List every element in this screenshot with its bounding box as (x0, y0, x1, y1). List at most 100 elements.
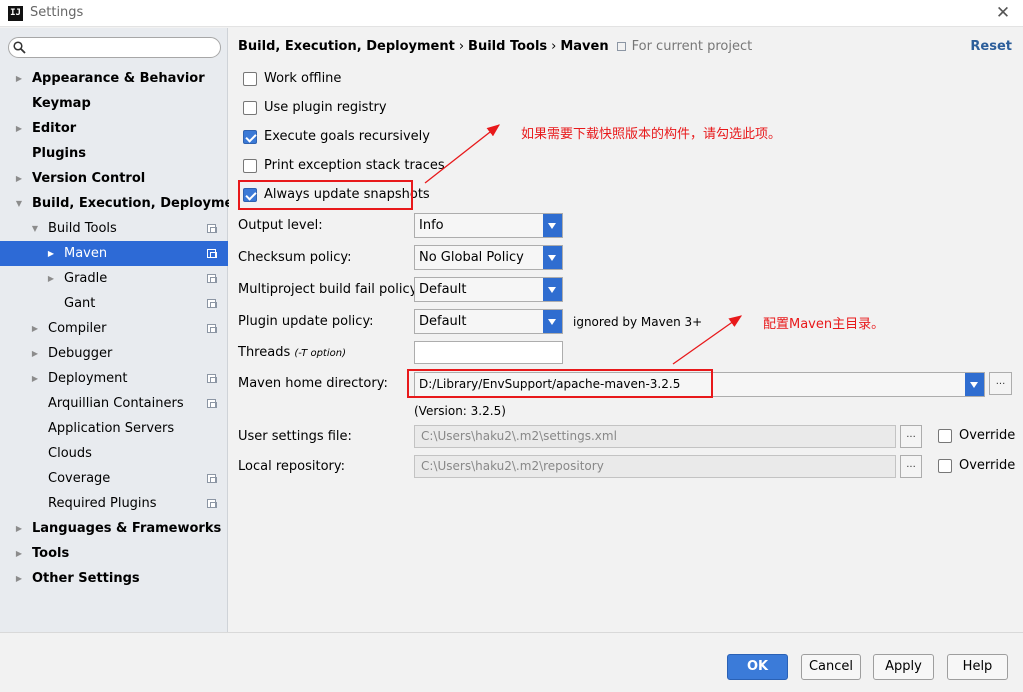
collapsed-arrow-icon[interactable]: ▶ (14, 66, 24, 91)
sidebar-item-label: Build, Execution, Deployment (32, 196, 249, 211)
collapsed-arrow-icon[interactable]: ▶ (14, 116, 24, 141)
chevron-down-icon[interactable] (965, 373, 984, 396)
maven-home-highlight-box (407, 369, 713, 398)
sidebar-item-plugins[interactable]: Plugins (0, 141, 228, 166)
sidebar-item-application-servers[interactable]: Application Servers (0, 416, 228, 441)
execute-goals-recursively-checkbox[interactable] (243, 130, 257, 144)
checksum-policy-select[interactable]: No Global Policy (414, 245, 563, 270)
project-scope-icon (207, 274, 217, 283)
output-level-select[interactable]: Info (414, 213, 563, 238)
plugin-update-policy-select[interactable]: Default (414, 309, 563, 334)
snapshots-highlight-box (238, 180, 413, 210)
sidebar-item-label: Languages & Frameworks (32, 521, 222, 536)
sidebar-item-keymap[interactable]: Keymap (0, 91, 228, 116)
multiproject-fail-policy-select[interactable]: Default (414, 277, 563, 302)
local-repository-override-checkbox[interactable] (938, 459, 952, 473)
sidebar-item-label: Version Control (32, 171, 146, 186)
sidebar-item-arquillian-containers[interactable]: Arquillian Containers (0, 391, 228, 416)
project-scope-icon (207, 499, 217, 508)
sidebar-item-label: Deployment (48, 371, 128, 386)
print-exception-stack-traces-checkbox[interactable] (243, 159, 257, 173)
chevron-down-icon[interactable] (543, 246, 562, 269)
sidebar-item-compiler[interactable]: ▶ Compiler (0, 316, 228, 341)
sidebar-item-tools[interactable]: ▶ Tools (0, 541, 228, 566)
ignored-by-maven-note: ignored by Maven 3+ (573, 315, 703, 329)
settings-sidebar: ▶ Appearance & Behavior Keymap ▶ Editor Plugi… (0, 28, 249, 632)
chevron-down-icon[interactable] (543, 310, 562, 333)
maven-home-browse-button[interactable]: ... (989, 372, 1012, 395)
cancel-button[interactable]: Cancel (801, 654, 861, 680)
user-settings-input[interactable]: C:\Users\haku2\.m2\settings.xml (414, 425, 896, 448)
collapsed-arrow-icon[interactable]: ▶ (30, 366, 40, 391)
collapsed-arrow-icon[interactable]: ▶ (14, 541, 24, 566)
project-scope-icon (207, 249, 217, 258)
expanded-arrow-icon[interactable]: ▼ (30, 216, 40, 241)
close-icon[interactable]: ✕ (993, 3, 1013, 23)
window-title: Settings (30, 5, 84, 20)
local-repository-input[interactable]: C:\Users\haku2\.m2\repository (414, 455, 896, 478)
sidebar-item-label: Required Plugins (48, 496, 157, 511)
help-button[interactable]: Help (947, 654, 1008, 680)
work-offline-label: Work offline (264, 71, 342, 86)
sidebar-item-clouds[interactable]: Clouds (0, 441, 228, 466)
sidebar-item-label: Build Tools (48, 221, 117, 236)
sidebar-item-gradle[interactable]: ▶ Gradle (0, 266, 228, 291)
sidebar-item-version-control[interactable]: ▶ Version Control (0, 166, 228, 191)
ok-button[interactable]: OK (727, 654, 788, 680)
snapshots-annotation: 如果需要下载快照版本的构件，请勾选此项。 (521, 127, 782, 142)
reset-link[interactable]: Reset (970, 39, 1012, 54)
sidebar-item-coverage[interactable]: Coverage (0, 466, 228, 491)
execute-goals-recursively-label: Execute goals recursively (264, 129, 430, 144)
collapsed-arrow-icon[interactable]: ▶ (14, 516, 24, 541)
checksum-policy-label: Checksum policy: (238, 250, 352, 265)
search-icon (13, 41, 26, 54)
use-plugin-registry-checkbox[interactable] (243, 101, 257, 115)
search-input[interactable] (29, 40, 214, 55)
sidebar-item-build-execution-deployment[interactable]: ▼ Build, Execution, Deployment (0, 191, 249, 216)
for-current-project-label: For current project (631, 39, 753, 54)
sidebar-item-label: Plugins (32, 146, 86, 161)
sidebar-item-languages-frameworks[interactable]: ▶ Languages & Frameworks (0, 516, 228, 541)
user-settings-browse-button[interactable]: ... (900, 425, 922, 448)
sidebar-item-label: Application Servers (48, 421, 175, 436)
sidebar-item-other-settings[interactable]: ▶ Other Settings (0, 566, 228, 591)
output-level-label: Output level: (238, 218, 323, 233)
sidebar-item-appearance-behavior[interactable]: ▶ Appearance & Behavior (0, 66, 228, 91)
user-settings-override-checkbox[interactable] (938, 429, 952, 443)
search-field[interactable] (8, 37, 221, 58)
project-scope-icon (207, 324, 217, 333)
sidebar-item-label: Arquillian Containers (48, 396, 184, 411)
sidebar-item-label: Other Settings (32, 571, 140, 586)
sidebar-item-gant[interactable]: Gant (0, 291, 228, 316)
chevron-down-icon[interactable] (543, 214, 562, 237)
sidebar-item-required-plugins[interactable]: Required Plugins (0, 491, 228, 516)
sidebar-item-editor[interactable]: ▶ Editor (0, 116, 228, 141)
sidebar-item-debugger[interactable]: ▶ Debugger (0, 341, 228, 366)
user-settings-label: User settings file: (238, 429, 352, 444)
collapsed-arrow-icon[interactable]: ▶ (14, 566, 24, 591)
sidebar-item-label: Compiler (48, 321, 107, 336)
collapsed-arrow-icon[interactable]: ▶ (46, 241, 56, 266)
local-repository-browse-button[interactable]: ... (900, 455, 922, 478)
threads-input[interactable] (414, 341, 563, 364)
sidebar-item-label: Gant (64, 296, 96, 311)
breadcrumb-item: Build, Execution, Deployment (238, 39, 455, 54)
breadcrumb-item: Maven (560, 39, 609, 54)
sidebar-item-deployment[interactable]: ▶ Deployment (0, 366, 228, 391)
chevron-down-icon[interactable] (543, 278, 562, 301)
maven-home-label: Maven home directory: (238, 376, 388, 391)
expanded-arrow-icon[interactable]: ▼ (14, 191, 24, 216)
work-offline-checkbox[interactable] (243, 72, 257, 86)
sidebar-item-build-tools[interactable]: ▼ Build Tools (0, 216, 228, 241)
apply-button[interactable]: Apply (873, 654, 934, 680)
plugin-update-policy-label: Plugin update policy: (238, 314, 374, 329)
project-scope-icon (207, 224, 217, 233)
collapsed-arrow-icon[interactable]: ▶ (30, 316, 40, 341)
collapsed-arrow-icon[interactable]: ▶ (46, 266, 56, 291)
collapsed-arrow-icon[interactable]: ▶ (14, 166, 24, 191)
intellij-logo-icon: IJ (8, 6, 23, 21)
collapsed-arrow-icon[interactable]: ▶ (30, 341, 40, 366)
sidebar-item-maven[interactable]: ▶ Maven (0, 241, 228, 266)
sidebar-item-label: Appearance & Behavior (32, 71, 205, 86)
project-scope-icon (207, 399, 217, 408)
